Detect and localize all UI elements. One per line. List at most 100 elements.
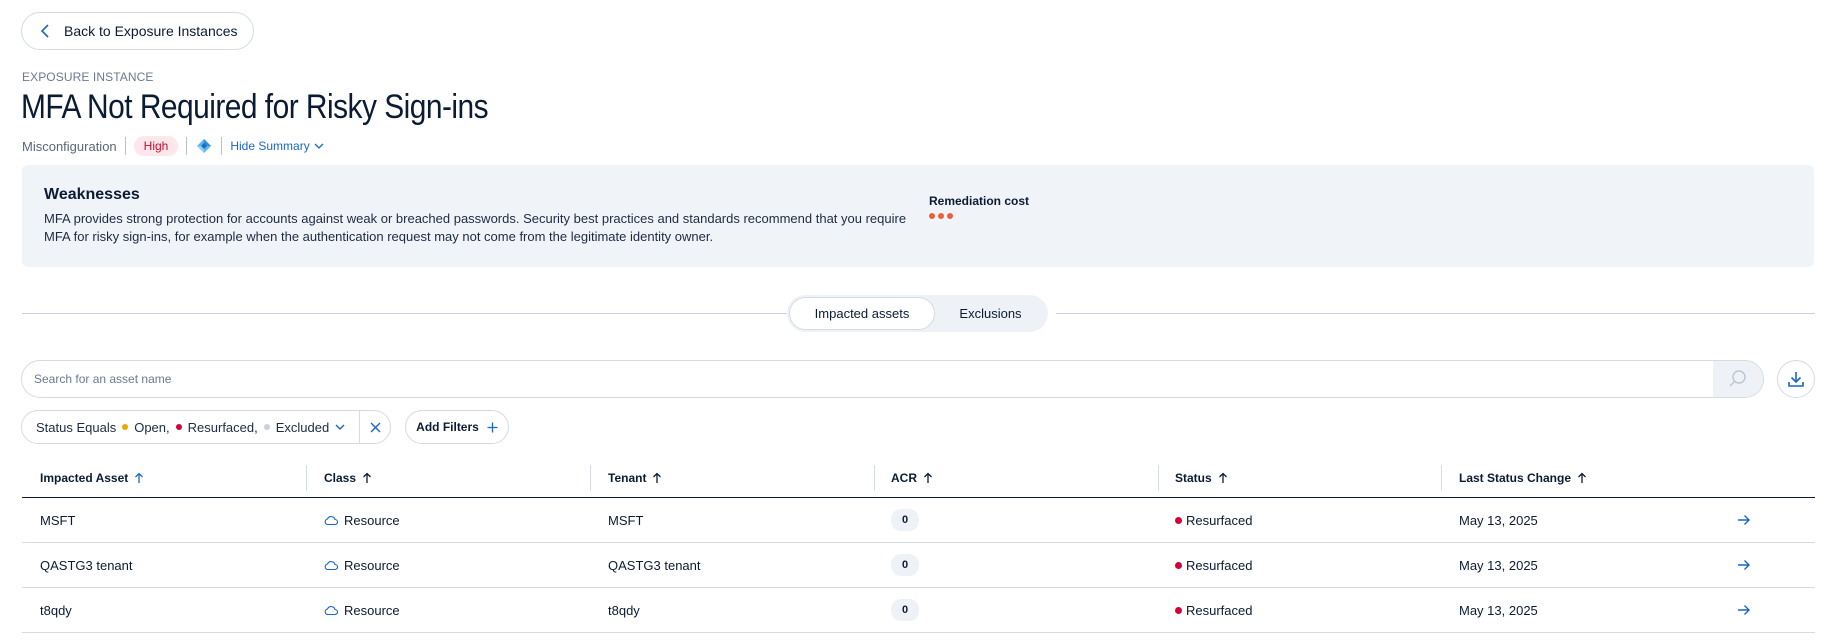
column-label: Impacted Asset: [40, 471, 129, 485]
column-header-impacted-asset[interactable]: Impacted Asset: [40, 458, 144, 498]
meta-divider: [221, 137, 223, 155]
hide-summary-label: Hide Summary: [230, 139, 310, 153]
page-eyebrow: EXPOSURE INSTANCE: [22, 70, 154, 84]
meta-row: Misconfiguration High Hide Summary: [22, 136, 324, 156]
open-row-button[interactable]: [1737, 543, 1751, 587]
view-tabs: Impacted assets Exclusions: [787, 295, 1048, 332]
search-input[interactable]: [34, 361, 1714, 397]
close-icon: [370, 422, 381, 432]
sort-arrow-icon: [1218, 472, 1227, 483]
open-row-button[interactable]: [1737, 498, 1751, 542]
column-divider: [590, 465, 591, 491]
status-dot: [1175, 561, 1182, 569]
impacted-assets-table: Impacted Asset Class Tenant ACR Status L…: [22, 458, 1815, 633]
column-header-tenant[interactable]: Tenant: [608, 458, 662, 498]
arrow-right-icon: [1738, 605, 1750, 615]
arrow-right-icon: [1738, 560, 1750, 570]
back-button[interactable]: Back to Exposure Instances: [21, 12, 254, 50]
plus-icon: [487, 422, 498, 432]
table-header: Impacted Asset Class Tenant ACR Status L…: [22, 458, 1815, 498]
add-filters-label: Add Filters: [416, 420, 479, 434]
column-divider: [1158, 465, 1159, 491]
remediation-dot: [938, 213, 944, 219]
remediation-dot: [947, 213, 953, 219]
column-label: Last Status Change: [1459, 471, 1572, 485]
acr-badge: 0: [891, 509, 919, 531]
tab-impacted-assets[interactable]: Impacted assets: [789, 297, 935, 330]
asset-name[interactable]: t8qdy: [40, 588, 72, 632]
download-icon: [1788, 372, 1804, 387]
status-label: Resurfaced: [1186, 512, 1253, 528]
asset-name[interactable]: QASTG3 tenant: [40, 543, 133, 587]
last-status-change-cell: May 13, 2025: [1459, 602, 1538, 618]
sort-arrow-icon: [135, 472, 144, 483]
meta-divider: [124, 137, 126, 155]
remediation-cost-indicator: [929, 213, 953, 219]
open-row-button[interactable]: [1737, 588, 1751, 632]
download-button[interactable]: [1777, 360, 1815, 398]
tenant-cell: QASTG3 tenant: [608, 557, 701, 573]
column-label: Tenant: [608, 471, 647, 485]
back-button-label: Back to Exposure Instances: [64, 23, 238, 39]
search-icon: [1729, 370, 1746, 387]
status-label: Resurfaced: [1186, 557, 1253, 573]
acr-cell: 0: [891, 543, 919, 587]
column-header-status[interactable]: Status: [1175, 458, 1228, 498]
class-label: Resource: [344, 512, 400, 528]
weaknesses-title: Weaknesses: [44, 186, 140, 203]
arrow-right-icon: [1738, 515, 1750, 525]
cloud-icon: [324, 606, 338, 616]
column-header-class[interactable]: Class: [324, 458, 372, 498]
hide-summary-toggle[interactable]: Hide Summary: [230, 139, 324, 153]
column-divider: [874, 465, 875, 491]
acr-badge: 0: [891, 599, 919, 621]
status-filter-chip[interactable]: Status Equals Open, Resurfaced, Excluded: [21, 410, 391, 444]
status-cell: Resurfaced: [1175, 543, 1252, 587]
chevron-left-icon: [40, 24, 49, 38]
table-row[interactable]: QASTG3 tenant Resource QASTG3 tenant 0 R…: [22, 543, 1815, 588]
column-label: Status: [1175, 471, 1212, 485]
tenant-cell: MSFT: [608, 512, 644, 528]
filter-value-resurfaced: Resurfaced,: [187, 419, 258, 435]
open-status-dot: [122, 424, 129, 430]
status-label: Resurfaced: [1186, 602, 1253, 618]
acr-badge: 0: [891, 554, 919, 576]
acr-cell: 0: [891, 588, 919, 632]
column-divider: [306, 465, 307, 491]
search-button[interactable]: [1713, 361, 1763, 397]
acr-cell: 0: [891, 498, 919, 542]
sort-arrow-icon: [653, 472, 662, 483]
column-header-acr[interactable]: ACR: [891, 458, 933, 498]
class-label: Resource: [344, 602, 400, 618]
severity-badge: High: [133, 136, 179, 156]
clear-filter-button[interactable]: [360, 411, 391, 443]
status-filter-text: Status Equals Open, Resurfaced, Excluded: [22, 420, 329, 435]
column-label: Class: [324, 471, 357, 485]
chevron-down-icon: [314, 143, 324, 149]
filter-value-excluded: Excluded: [275, 419, 330, 435]
filter-prefix: Status Equals: [36, 419, 117, 435]
remediation-dot: [929, 213, 935, 219]
status-dot: [1175, 606, 1182, 614]
status-dot: [1175, 516, 1182, 524]
class-cell: Resource: [324, 498, 400, 542]
table-row[interactable]: MSFT Resource MSFT 0 Resurfaced May 13, …: [22, 498, 1815, 543]
last-status-change-cell: May 13, 2025: [1459, 557, 1538, 573]
page-title: MFA Not Required for Risky Sign-ins: [21, 88, 489, 126]
search-bar: [21, 360, 1764, 398]
section-divider: [22, 313, 787, 314]
sort-arrow-icon: [1578, 472, 1586, 483]
tab-exclusions[interactable]: Exclusions: [935, 297, 1046, 330]
add-filters-button[interactable]: Add Filters: [405, 410, 509, 444]
tenant-cell: t8qdy: [608, 602, 640, 618]
asset-name[interactable]: MSFT: [40, 498, 75, 542]
class-label: Resource: [344, 557, 400, 573]
weaknesses-text: MFA provides strong protection for accou…: [44, 211, 907, 244]
chevron-down-icon[interactable]: [334, 421, 346, 433]
column-header-last-status-change[interactable]: Last Status Change: [1459, 458, 1587, 498]
azure-icon: [195, 137, 213, 155]
last-status-change-cell: May 13, 2025: [1459, 512, 1538, 528]
class-cell: Resource: [324, 588, 400, 632]
table-row[interactable]: t8qdy Resource t8qdy 0 Resurfaced May 13…: [22, 588, 1815, 633]
cloud-icon: [324, 561, 338, 571]
